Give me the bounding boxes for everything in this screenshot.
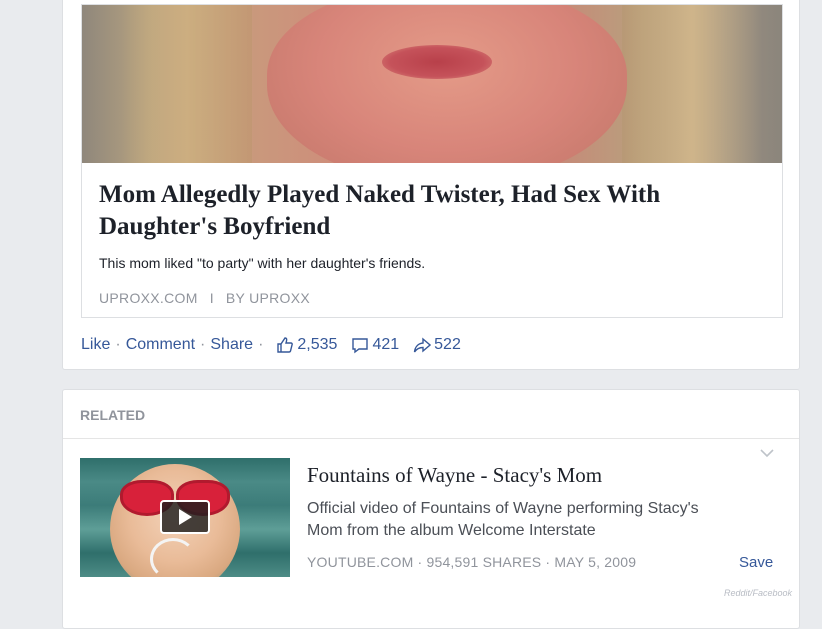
related-label: RELATED — [80, 407, 146, 423]
photo-credit-watermark: Reddit/Facebook — [724, 588, 793, 598]
action-separator: · — [200, 336, 206, 353]
related-item-source: YOUTUBE.COM · 954,591 SHARES · MAY 5, 20… — [307, 554, 637, 570]
image-hair-right — [622, 5, 762, 163]
post-action-bar: Like · Comment · Share · 2,535 421 522 — [81, 336, 467, 354]
image-lips — [382, 45, 492, 79]
image-face — [267, 5, 627, 163]
related-header: RELATED — [63, 390, 799, 439]
link-title[interactable]: Mom Allegedly Played Naked Twister, Had … — [99, 179, 759, 243]
like-link[interactable]: Like — [81, 336, 110, 354]
article-image[interactable] — [82, 5, 782, 163]
source-author[interactable]: BY UPROXX — [226, 290, 310, 306]
action-separator: · — [115, 336, 121, 353]
save-button[interactable]: Save — [739, 554, 773, 571]
share-link[interactable]: Share — [210, 336, 253, 354]
thumbs-up-icon[interactable] — [276, 336, 294, 354]
likes-count[interactable]: 2,535 — [297, 336, 337, 354]
video-thumbnail[interactable] — [80, 458, 290, 577]
related-item-title[interactable]: Fountains of Wayne - Stacy's Mom — [307, 463, 602, 488]
action-separator: · — [258, 336, 264, 353]
link-source: UPROXX.COM I BY UPROXX — [99, 290, 310, 306]
image-hair-left — [122, 5, 252, 163]
link-attachment[interactable]: Mom Allegedly Played Naked Twister, Had … — [81, 4, 783, 318]
share-arrow-icon[interactable] — [413, 336, 432, 354]
play-icon[interactable] — [160, 500, 210, 534]
comments-count[interactable]: 421 — [372, 336, 399, 354]
source-domain: UPROXX.COM — [99, 290, 198, 306]
related-item-description: Official video of Fountains of Wayne per… — [307, 500, 699, 539]
feed-post-card: Mom Allegedly Played Naked Twister, Had … — [62, 0, 800, 370]
source-separator: I — [209, 290, 214, 306]
related-card: RELATED Fountains of Wayne - Stacy's Mom… — [62, 389, 800, 629]
chevron-down-icon[interactable] — [759, 446, 775, 458]
thumbnail-straw — [150, 538, 196, 577]
comment-link[interactable]: Comment — [126, 336, 195, 354]
comment-bubble-icon[interactable] — [351, 336, 369, 354]
link-description: This mom liked "to party" with her daugh… — [99, 255, 426, 271]
shares-count[interactable]: 522 — [434, 336, 461, 354]
